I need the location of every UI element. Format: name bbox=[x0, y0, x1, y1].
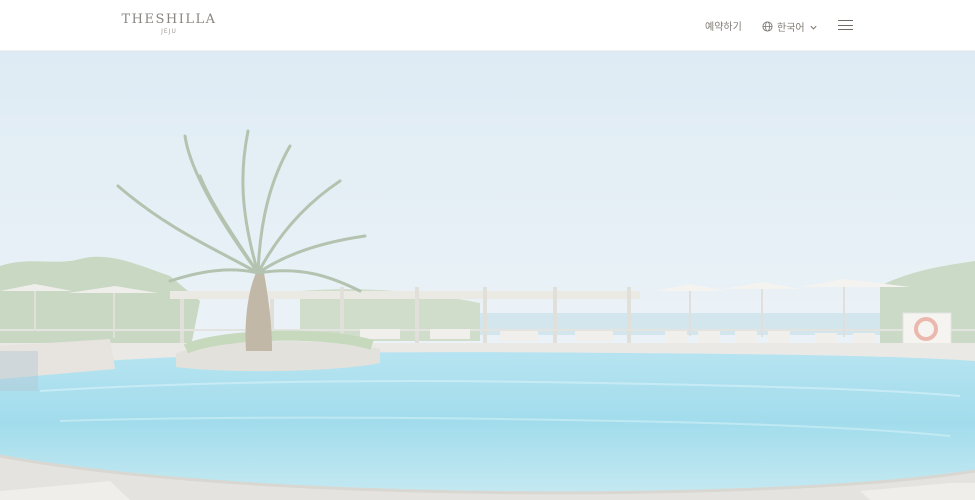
hero-pool-image bbox=[0, 51, 975, 500]
the-shilla-jeju-logo[interactable]: THESHILLA JEJU bbox=[121, 13, 217, 37]
language-label: 한국어 bbox=[777, 23, 805, 34]
language-selector[interactable]: 한국어 bbox=[762, 17, 818, 36]
chevron-down-icon bbox=[809, 17, 818, 36]
booking-link[interactable]: 예약하기 bbox=[705, 18, 742, 33]
logo-subtext: JEJU bbox=[161, 28, 177, 35]
logo-text: THESHILLA bbox=[121, 12, 217, 27]
hamburger-menu-icon[interactable] bbox=[838, 20, 853, 31]
site-header: THESHILLA JEJU 예약하기 한국어 bbox=[0, 0, 975, 51]
globe-icon bbox=[762, 17, 773, 36]
